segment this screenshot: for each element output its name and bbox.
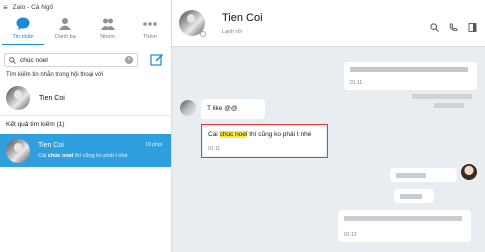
redacted-text [344, 216, 462, 221]
message-text: T like @@ [207, 105, 238, 112]
compose-icon[interactable] [150, 53, 164, 67]
tab-contacts[interactable]: Danh bạ [44, 14, 86, 40]
result-name: Tien Coi [38, 142, 64, 149]
search-input[interactable] [20, 56, 120, 64]
results-header: Kết quả tìm kiếm (1) [6, 121, 65, 128]
redacted-text [434, 103, 464, 108]
chat-panel: Tien Coi Lạnh rồi 01:11 T like @@ Cái ch… [172, 0, 485, 252]
tab-messages[interactable]: Tin nhắn [2, 14, 45, 45]
redacted-text [396, 173, 426, 178]
avatar [6, 138, 30, 163]
header-actions [430, 23, 477, 32]
contact-item[interactable]: Tien Coi [6, 86, 65, 110]
message-bubble-outgoing[interactable] [394, 189, 434, 203]
sidebar-toggle-icon[interactable] [468, 23, 477, 32]
message-bubble-outgoing[interactable] [390, 168, 457, 182]
result-time: 19 phút [145, 142, 162, 148]
tab-label: Tin nhắn [12, 34, 34, 40]
preview-text: thì cũng ko phải t nhé [73, 153, 128, 159]
sender-avatar [180, 100, 196, 116]
message-bubble-outgoing[interactable]: 01:11 [344, 62, 477, 90]
search-match-outline [201, 124, 328, 158]
preview-text: Cái [38, 153, 48, 159]
group-icon [100, 18, 115, 30]
app-title: Zalo - Cá Ngố [12, 3, 54, 11]
contacts-icon [59, 18, 72, 30]
chat-icon [16, 17, 30, 30]
redacted-text [350, 67, 468, 72]
message-bubble-outgoing[interactable]: 01:12 [338, 210, 471, 242]
clear-search-icon[interactable]: × [125, 56, 133, 64]
more-icon [143, 22, 157, 26]
menu-icon[interactable]: ≡ [3, 3, 8, 12]
search-box[interactable]: × [4, 53, 138, 67]
message-time: 01:11 [350, 80, 363, 86]
phone-icon[interactable] [449, 23, 458, 32]
result-preview: Cái chúc noel thì cũng ko phải t nhé [38, 153, 162, 159]
search-result-item[interactable]: Tien Coi 19 phút Cái chúc noel thì cũng … [0, 134, 171, 167]
result-info: Tien Coi 19 phút Cái chúc noel thì cũng … [38, 142, 162, 159]
tab-label: Thêm [142, 34, 157, 40]
my-avatar [461, 164, 477, 180]
avatar [6, 86, 30, 110]
conversation-panel: ≡ Zalo - Cá Ngố Tin nhắn Danh bạ Nhóm Th… [0, 0, 172, 252]
tab-more[interactable]: Thêm [129, 14, 171, 40]
chat-header: Tien Coi Lạnh rồi [172, 0, 485, 47]
preview-highlight: chúc noel [47, 153, 74, 159]
search-row: × [4, 50, 168, 70]
search-icon[interactable] [430, 23, 439, 32]
contact-name: Tien Coi [39, 94, 65, 102]
chat-title: Tien Coi [222, 12, 263, 24]
tab-label: Danh bạ [54, 34, 76, 40]
status-dot [200, 31, 206, 37]
redacted-text [412, 94, 472, 99]
message-bubble-incoming[interactable]: T like @@ [201, 99, 265, 119]
main-nav: Tin nhắn Danh bạ Nhóm Thêm [0, 14, 171, 46]
title-bar: ≡ Zalo - Cá Ngố [0, 0, 171, 14]
chat-status: Lạnh rồi [222, 29, 242, 35]
search-hint: Tìm kiếm tin nhắn trong hội thoại với [6, 72, 104, 78]
divider [0, 115, 171, 116]
tab-groups[interactable]: Nhóm [87, 14, 129, 40]
message-time: 01:12 [344, 232, 357, 238]
search-icon [9, 56, 16, 64]
redacted-text [400, 194, 422, 199]
tab-label: Nhóm [100, 34, 115, 40]
